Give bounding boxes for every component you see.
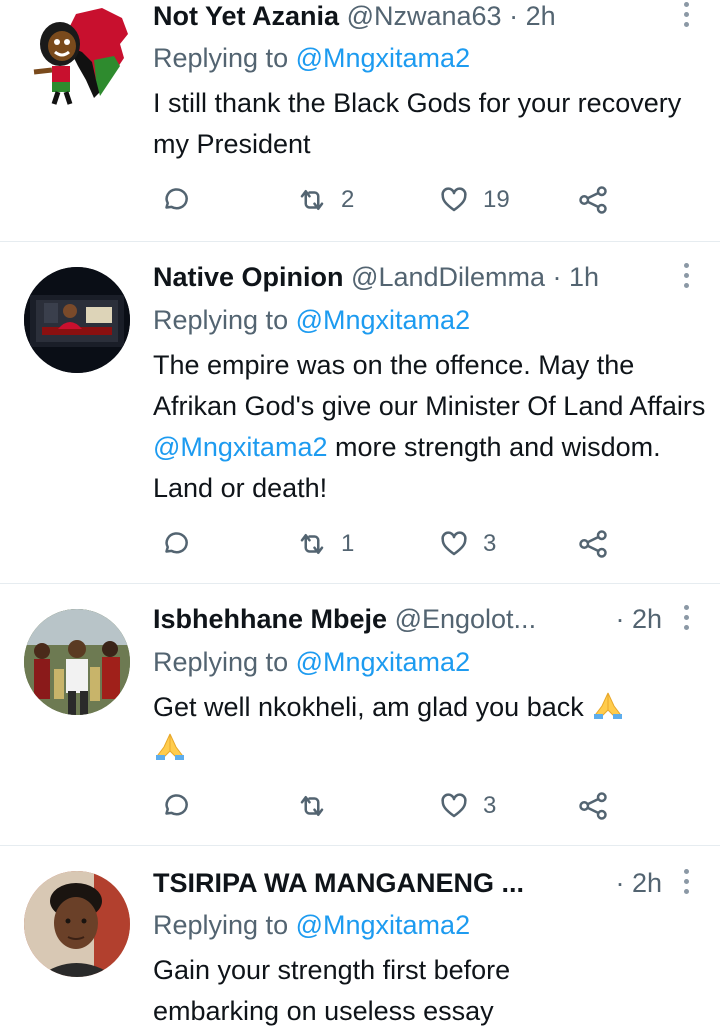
- replying-prefix: Replying to: [153, 647, 289, 677]
- avatar-speaker-on-screen-icon: [24, 267, 130, 373]
- tweet[interactable]: TSIRIPA WA MANGANENG ... · 2h Replying t…: [0, 846, 720, 1031]
- share-button[interactable]: [578, 786, 608, 826]
- avatar[interactable]: [24, 267, 130, 373]
- tweet-text-part: Get well nkokheli, am glad you back: [153, 692, 584, 722]
- retweet-button[interactable]: 1: [297, 524, 354, 564]
- like-button[interactable]: 3: [439, 786, 496, 826]
- replying-prefix: Replying to: [153, 910, 289, 940]
- replying-to: Replying to @Mngxitama2: [153, 644, 470, 680]
- retweet-button[interactable]: 2: [297, 180, 354, 220]
- like-count: 3: [483, 530, 497, 557]
- timestamp[interactable]: · 2h: [509, 1, 556, 31]
- heart-icon: [441, 187, 467, 212]
- share-icon: [579, 792, 607, 820]
- avatar-cartoon-africa-map-icon: [33, 8, 128, 105]
- avatar[interactable]: [24, 0, 132, 108]
- more-options-icon[interactable]: [682, 605, 690, 633]
- replying-to: Replying to @Mngxitama2: [153, 40, 470, 76]
- retweet-count: 1: [341, 530, 355, 557]
- replying-prefix: Replying to: [153, 43, 289, 73]
- replying-mention[interactable]: @Mngxitama2: [296, 305, 470, 335]
- heart-icon: [441, 793, 467, 818]
- folded-hands-emoji-icon: [594, 692, 623, 719]
- retweet-icon: [300, 534, 324, 554]
- heart-icon: [441, 531, 467, 556]
- tweet-actions: 3: [153, 786, 720, 826]
- share-icon: [579, 530, 607, 558]
- replying-prefix: Replying to: [153, 305, 289, 335]
- avatar-crowd-photo-icon: [24, 609, 130, 715]
- share-button[interactable]: [578, 180, 608, 220]
- timestamp[interactable]: · 2h: [615, 601, 662, 637]
- tweet-text-part: The empire was on the offence. May the A…: [153, 350, 706, 421]
- retweet-icon: [300, 796, 324, 816]
- reply-icon: [165, 188, 188, 210]
- tweet-mention[interactable]: @Mngxitama2: [153, 432, 327, 462]
- user-handle[interactable]: @Engolot...: [395, 604, 537, 634]
- like-count: 19: [483, 186, 510, 213]
- display-name[interactable]: Not Yet Azania: [153, 1, 339, 31]
- user-handle[interactable]: @LandDilemma: [351, 262, 545, 292]
- replying-to: Replying to @Mngxitama2: [153, 302, 470, 338]
- folded-hands-emoji-icon: [156, 733, 184, 760]
- like-button[interactable]: 19: [439, 180, 510, 220]
- replying-mention[interactable]: @Mngxitama2: [296, 910, 470, 940]
- replying-mention[interactable]: @Mngxitama2: [296, 647, 470, 677]
- replying-to: Replying to @Mngxitama2: [153, 907, 470, 943]
- display-name[interactable]: TSIRIPA WA MANGANENG ...: [153, 868, 524, 898]
- share-icon: [579, 186, 607, 214]
- tweet-actions: 1 3: [153, 524, 720, 564]
- tweet[interactable]: Isbhehhane Mbeje @Engolot... · 2h Replyi…: [0, 584, 720, 846]
- replying-mention[interactable]: @Mngxitama2: [296, 43, 470, 73]
- reply-button[interactable]: [159, 180, 189, 220]
- tweet-text: Gain your strength first before embarkin…: [153, 955, 511, 1026]
- more-options-icon[interactable]: [682, 263, 690, 291]
- retweet-count: 2: [341, 186, 355, 213]
- more-options-icon[interactable]: [682, 2, 690, 30]
- tweet-actions: 2 19: [153, 180, 720, 220]
- share-button[interactable]: [578, 524, 608, 564]
- reply-button[interactable]: [159, 524, 189, 564]
- reply-icon: [165, 532, 188, 554]
- like-button[interactable]: 3: [439, 524, 496, 564]
- avatar[interactable]: [24, 609, 130, 715]
- more-options-icon[interactable]: [682, 869, 690, 897]
- avatar-portrait-photo-icon: [24, 871, 130, 977]
- tweet[interactable]: Not Yet Azania @Nzwana63 · 2h Replying t…: [0, 0, 720, 242]
- timestamp[interactable]: · 1h: [553, 262, 600, 292]
- tweet-text: The empire was on the offence. May the A…: [153, 345, 713, 509]
- tweet-text: I still thank the Black Gods for your re…: [153, 88, 682, 159]
- tweet[interactable]: Native Opinion @LandDilemma · 1h Replyin…: [0, 242, 720, 584]
- like-count: 3: [483, 792, 497, 819]
- avatar[interactable]: [24, 871, 130, 977]
- display-name[interactable]: Native Opinion: [153, 262, 344, 292]
- reply-icon: [165, 794, 188, 816]
- reply-button[interactable]: [159, 786, 189, 826]
- display-name[interactable]: Isbhehhane Mbeje: [153, 604, 387, 634]
- timestamp[interactable]: · 2h: [615, 865, 662, 901]
- retweet-button[interactable]: [297, 786, 327, 826]
- tweet-text: Get well nkokheli, am glad you back: [153, 687, 683, 769]
- retweet-icon: [300, 190, 324, 210]
- user-handle[interactable]: @Nzwana63: [347, 1, 502, 31]
